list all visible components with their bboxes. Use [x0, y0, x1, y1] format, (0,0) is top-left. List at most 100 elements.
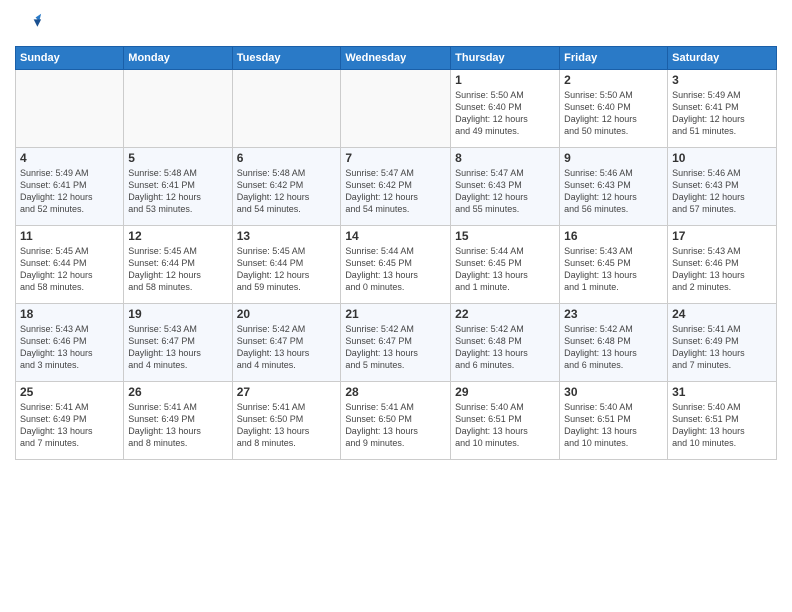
cell-info: Sunrise: 5:42 AM Sunset: 6:47 PM Dayligh…	[237, 323, 337, 372]
cell-info: Sunrise: 5:41 AM Sunset: 6:49 PM Dayligh…	[20, 401, 119, 450]
cell-info: Sunrise: 5:41 AM Sunset: 6:49 PM Dayligh…	[128, 401, 227, 450]
cell-info: Sunrise: 5:41 AM Sunset: 6:49 PM Dayligh…	[672, 323, 772, 372]
day-number: 9	[564, 151, 663, 165]
day-number: 1	[455, 73, 555, 87]
weekday-header-sunday: Sunday	[16, 47, 124, 70]
calendar-row-2: 11Sunrise: 5:45 AM Sunset: 6:44 PM Dayli…	[16, 226, 777, 304]
cell-info: Sunrise: 5:42 AM Sunset: 6:48 PM Dayligh…	[455, 323, 555, 372]
day-number: 29	[455, 385, 555, 399]
cell-info: Sunrise: 5:48 AM Sunset: 6:42 PM Dayligh…	[237, 167, 337, 216]
calendar-cell: 5Sunrise: 5:48 AM Sunset: 6:41 PM Daylig…	[124, 148, 232, 226]
calendar-row-1: 4Sunrise: 5:49 AM Sunset: 6:41 PM Daylig…	[16, 148, 777, 226]
day-number: 26	[128, 385, 227, 399]
calendar-cell: 4Sunrise: 5:49 AM Sunset: 6:41 PM Daylig…	[16, 148, 124, 226]
calendar-cell: 24 Sunrise: 5:41 AM Sunset: 6:49 PM Dayli…	[668, 304, 777, 382]
calendar-cell: 17 Sunrise: 5:43 AM Sunset: 6:46 PM Dayli…	[668, 226, 777, 304]
day-number: 27	[237, 385, 337, 399]
day-number: 16	[564, 229, 663, 243]
cell-info: Sunrise: 5:40 AM Sunset: 6:51 PM Dayligh…	[455, 401, 555, 450]
day-number: 5	[128, 151, 227, 165]
calendar-cell	[341, 70, 451, 148]
day-number: 18	[20, 307, 119, 321]
calendar-cell: 12 Sunrise: 5:45 AM Sunset: 6:44 PM Dayli…	[124, 226, 232, 304]
calendar-cell: 26 Sunrise: 5:41 AM Sunset: 6:49 PM Dayli…	[124, 382, 232, 460]
calendar-cell: 13Sunrise: 5:45 AM Sunset: 6:44 PM Dayli…	[232, 226, 341, 304]
cell-info: Sunrise: 5:50 AM Sunset: 6:40 PM Dayligh…	[564, 89, 663, 138]
calendar-cell: 10 Sunrise: 5:46 AM Sunset: 6:43 PM Dayli…	[668, 148, 777, 226]
day-number: 20	[237, 307, 337, 321]
weekday-header-friday: Friday	[560, 47, 668, 70]
calendar-cell: 21 Sunrise: 5:42 AM Sunset: 6:47 PM Dayli…	[341, 304, 451, 382]
cell-info: Sunrise: 5:50 AM Sunset: 6:40 PM Dayligh…	[455, 89, 555, 138]
cell-info: Sunrise: 5:43 AM Sunset: 6:46 PM Dayligh…	[20, 323, 119, 372]
logo-icon	[15, 10, 43, 38]
weekday-header-tuesday: Tuesday	[232, 47, 341, 70]
day-number: 25	[20, 385, 119, 399]
day-number: 15	[455, 229, 555, 243]
page: SundayMondayTuesdayWednesdayThursdayFrid…	[0, 0, 792, 612]
logo	[15, 10, 47, 38]
calendar-row-4: 25 Sunrise: 5:41 AM Sunset: 6:49 PM Dayli…	[16, 382, 777, 460]
day-number: 28	[345, 385, 446, 399]
calendar-cell: 25 Sunrise: 5:41 AM Sunset: 6:49 PM Dayli…	[16, 382, 124, 460]
day-number: 2	[564, 73, 663, 87]
cell-info: Sunrise: 5:42 AM Sunset: 6:48 PM Dayligh…	[564, 323, 663, 372]
calendar-row-3: 18 Sunrise: 5:43 AM Sunset: 6:46 PM Dayli…	[16, 304, 777, 382]
calendar-cell: 3Sunrise: 5:49 AM Sunset: 6:41 PM Daylig…	[668, 70, 777, 148]
cell-info: Sunrise: 5:46 AM Sunset: 6:43 PM Dayligh…	[672, 167, 772, 216]
cell-info: Sunrise: 5:40 AM Sunset: 6:51 PM Dayligh…	[564, 401, 663, 450]
calendar-cell: 1 Sunrise: 5:50 AM Sunset: 6:40 PM Daylig…	[451, 70, 560, 148]
weekday-header-row: SundayMondayTuesdayWednesdayThursdayFrid…	[16, 47, 777, 70]
day-number: 21	[345, 307, 446, 321]
day-number: 7	[345, 151, 446, 165]
day-number: 31	[672, 385, 772, 399]
cell-info: Sunrise: 5:47 AM Sunset: 6:42 PM Dayligh…	[345, 167, 446, 216]
calendar-cell: 23Sunrise: 5:42 AM Sunset: 6:48 PM Dayli…	[560, 304, 668, 382]
calendar-cell: 22Sunrise: 5:42 AM Sunset: 6:48 PM Dayli…	[451, 304, 560, 382]
calendar-cell	[124, 70, 232, 148]
cell-info: Sunrise: 5:45 AM Sunset: 6:44 PM Dayligh…	[128, 245, 227, 294]
day-number: 4	[20, 151, 119, 165]
day-number: 14	[345, 229, 446, 243]
day-number: 19	[128, 307, 227, 321]
cell-info: Sunrise: 5:43 AM Sunset: 6:47 PM Dayligh…	[128, 323, 227, 372]
calendar-cell: 9Sunrise: 5:46 AM Sunset: 6:43 PM Daylig…	[560, 148, 668, 226]
calendar-cell	[232, 70, 341, 148]
day-number: 10	[672, 151, 772, 165]
weekday-header-thursday: Thursday	[451, 47, 560, 70]
cell-info: Sunrise: 5:43 AM Sunset: 6:45 PM Dayligh…	[564, 245, 663, 294]
day-number: 13	[237, 229, 337, 243]
calendar-cell: 19 Sunrise: 5:43 AM Sunset: 6:47 PM Dayli…	[124, 304, 232, 382]
weekday-header-wednesday: Wednesday	[341, 47, 451, 70]
cell-info: Sunrise: 5:43 AM Sunset: 6:46 PM Dayligh…	[672, 245, 772, 294]
weekday-header-saturday: Saturday	[668, 47, 777, 70]
calendar-cell: 27 Sunrise: 5:41 AM Sunset: 6:50 PM Dayli…	[232, 382, 341, 460]
cell-info: Sunrise: 5:42 AM Sunset: 6:47 PM Dayligh…	[345, 323, 446, 372]
cell-info: Sunrise: 5:45 AM Sunset: 6:44 PM Dayligh…	[20, 245, 119, 294]
calendar-cell: 11Sunrise: 5:45 AM Sunset: 6:44 PM Dayli…	[16, 226, 124, 304]
calendar-cell: 15Sunrise: 5:44 AM Sunset: 6:45 PM Dayli…	[451, 226, 560, 304]
day-number: 17	[672, 229, 772, 243]
calendar-cell: 18 Sunrise: 5:43 AM Sunset: 6:46 PM Dayli…	[16, 304, 124, 382]
calendar-cell: 6 Sunrise: 5:48 AM Sunset: 6:42 PM Daylig…	[232, 148, 341, 226]
calendar-cell: 16 Sunrise: 5:43 AM Sunset: 6:45 PM Dayli…	[560, 226, 668, 304]
calendar-cell: 7 Sunrise: 5:47 AM Sunset: 6:42 PM Daylig…	[341, 148, 451, 226]
calendar-row-0: 1 Sunrise: 5:50 AM Sunset: 6:40 PM Daylig…	[16, 70, 777, 148]
day-number: 6	[237, 151, 337, 165]
day-number: 8	[455, 151, 555, 165]
day-number: 30	[564, 385, 663, 399]
cell-info: Sunrise: 5:41 AM Sunset: 6:50 PM Dayligh…	[237, 401, 337, 450]
cell-info: Sunrise: 5:47 AM Sunset: 6:43 PM Dayligh…	[455, 167, 555, 216]
header	[15, 10, 777, 38]
cell-info: Sunrise: 5:41 AM Sunset: 6:50 PM Dayligh…	[345, 401, 446, 450]
cell-info: Sunrise: 5:40 AM Sunset: 6:51 PM Dayligh…	[672, 401, 772, 450]
calendar-cell: 28 Sunrise: 5:41 AM Sunset: 6:50 PM Dayli…	[341, 382, 451, 460]
weekday-header-monday: Monday	[124, 47, 232, 70]
day-number: 3	[672, 73, 772, 87]
day-number: 12	[128, 229, 227, 243]
calendar-cell: 8 Sunrise: 5:47 AM Sunset: 6:43 PM Daylig…	[451, 148, 560, 226]
calendar-table: SundayMondayTuesdayWednesdayThursdayFrid…	[15, 46, 777, 460]
calendar-cell: 29 Sunrise: 5:40 AM Sunset: 6:51 PM Dayli…	[451, 382, 560, 460]
calendar-cell	[16, 70, 124, 148]
day-number: 24	[672, 307, 772, 321]
